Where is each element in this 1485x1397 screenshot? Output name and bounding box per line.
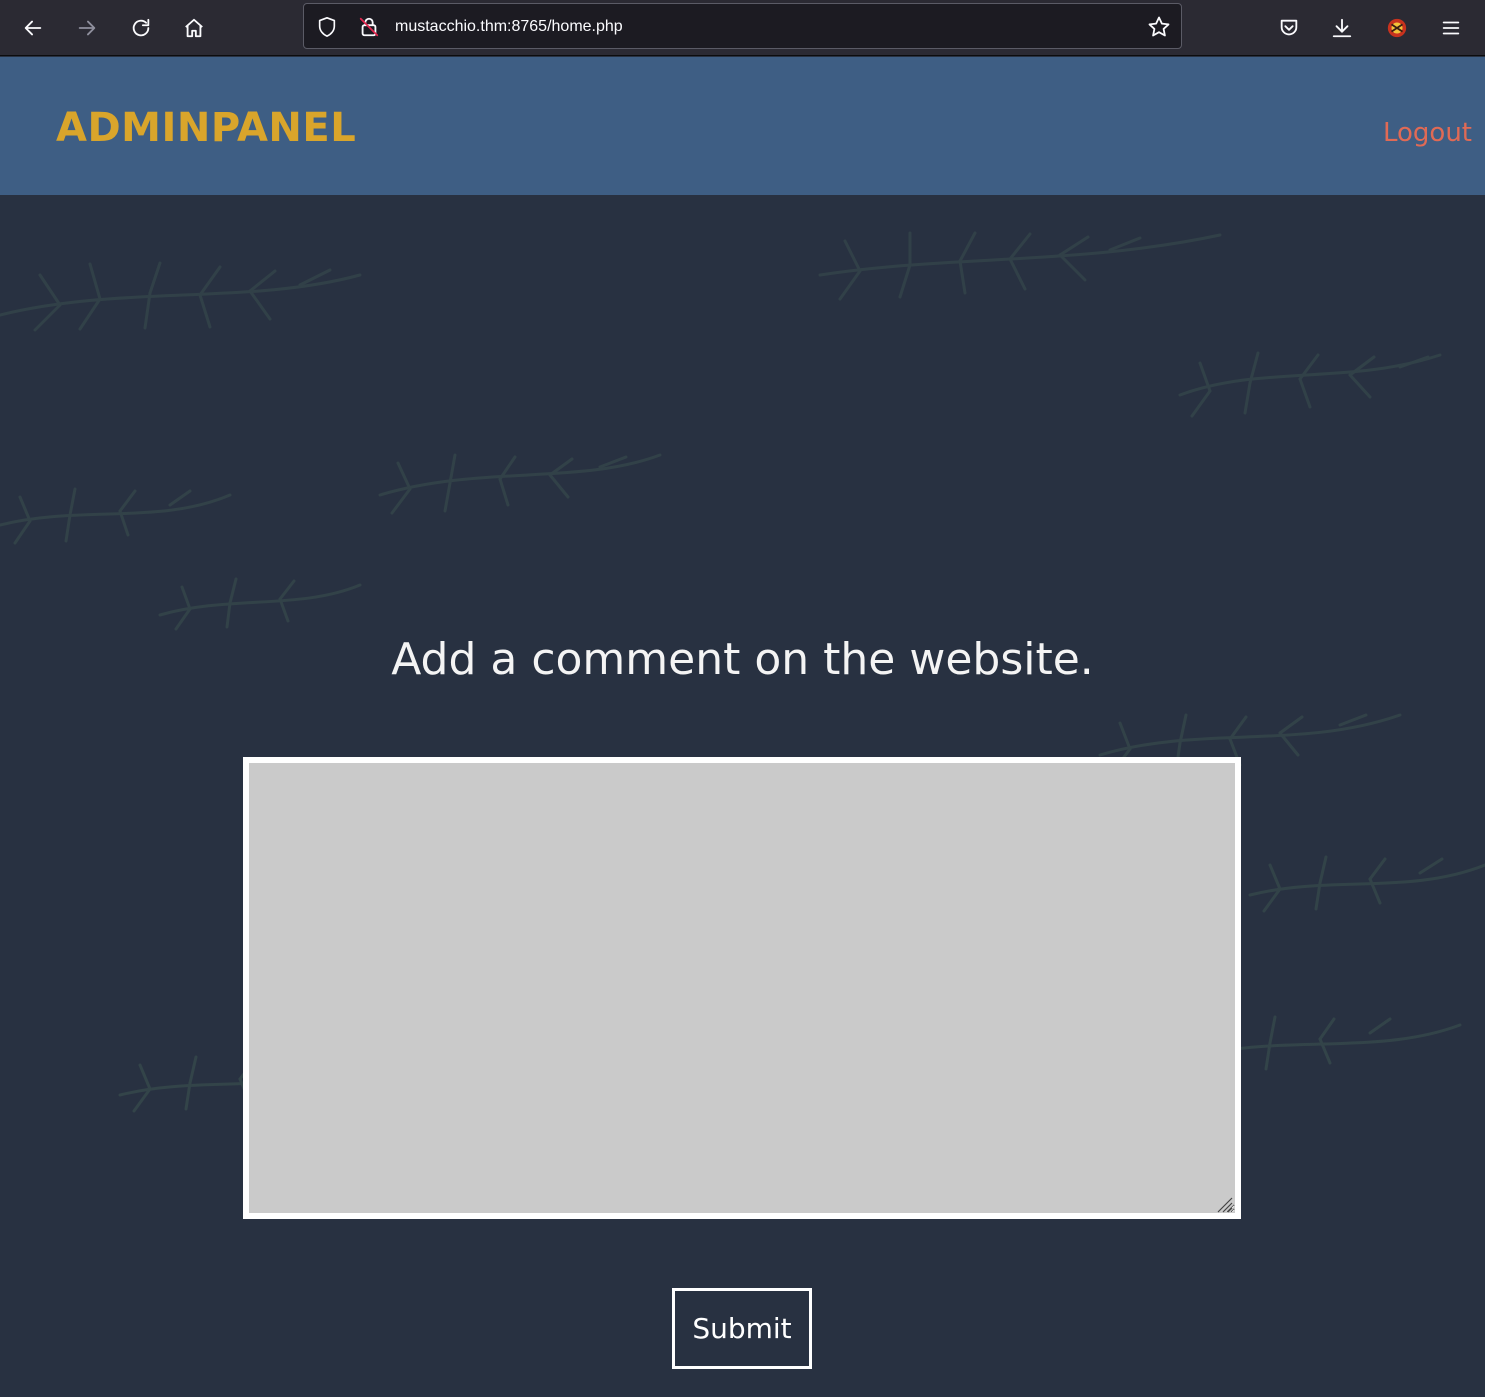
submit-button[interactable]: Submit [672, 1288, 812, 1369]
pocket-button[interactable] [1269, 8, 1309, 48]
insecure-lock-icon[interactable] [357, 15, 381, 39]
app-menu-button[interactable] [1431, 8, 1471, 48]
back-button[interactable] [13, 8, 53, 48]
site-header: ADMINPANEL Logout [0, 57, 1485, 195]
shield-icon[interactable] [315, 15, 339, 39]
comment-textarea[interactable] [243, 757, 1241, 1219]
bookmark-star-icon[interactable] [1147, 15, 1171, 39]
forward-button[interactable] [67, 8, 107, 48]
url-text[interactable]: mustacchio.thm:8765/home.php [395, 17, 623, 37]
forward-icon [78, 20, 96, 36]
downloads-button[interactable] [1322, 8, 1362, 48]
home-icon [185, 18, 203, 38]
pocket-icon [1280, 19, 1298, 36]
url-bar[interactable]: mustacchio.thm:8765/home.php [303, 3, 1182, 49]
download-icon [1332, 18, 1352, 38]
hamburger-menu-icon [1442, 21, 1460, 35]
back-icon [24, 20, 42, 36]
reload-icon [132, 18, 150, 37]
logout-link[interactable]: Logout [1383, 117, 1472, 149]
reload-button[interactable] [121, 8, 161, 48]
site-brand: ADMINPANEL [56, 105, 357, 151]
extension-button[interactable] [1377, 8, 1417, 48]
page-heading: Add a comment on the website. [391, 634, 1094, 685]
extension-icon [1387, 18, 1407, 38]
browser-toolbar: mustacchio.thm:8765/home.php [0, 0, 1485, 56]
home-button[interactable] [174, 8, 214, 48]
